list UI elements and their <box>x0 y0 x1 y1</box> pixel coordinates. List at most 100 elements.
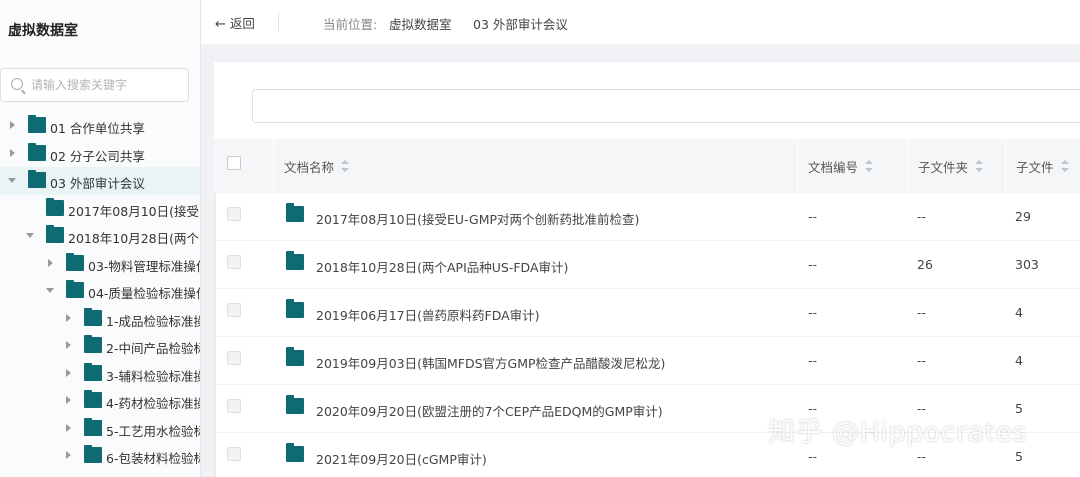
caret-right-icon[interactable] <box>46 258 56 269</box>
caret-right-icon[interactable] <box>64 368 74 379</box>
cell-name[interactable]: 2018年10月28日(两个API品种US-FDA审计) <box>316 257 568 276</box>
folder-icon <box>286 299 304 318</box>
tree-item[interactable]: 3-辅料检验标准操 <box>0 360 201 388</box>
divider <box>278 13 279 31</box>
cell-doc-no: -- <box>808 353 818 368</box>
cell-doc-no: -- <box>808 257 818 272</box>
tree-item-label: 1-成品检验标准操 <box>106 313 201 329</box>
back-button[interactable]: ← 返回 <box>215 13 255 32</box>
breadcrumb-label: 当前位置: <box>323 17 378 32</box>
sort-icon[interactable] <box>1060 160 1069 172</box>
tree-item[interactable]: 03 外部审计会议 <box>0 167 200 195</box>
sort-icon[interactable] <box>865 160 874 172</box>
row-checkbox[interactable] <box>227 207 241 221</box>
tree-item-label: 6-包装材料检验标 <box>106 451 201 466</box>
folder-icon <box>286 347 304 366</box>
tree-item[interactable]: 02 分子公司共享 <box>0 140 200 168</box>
caret-right-icon[interactable] <box>64 341 74 351</box>
caret-right-icon[interactable] <box>8 148 18 159</box>
caret-right-icon[interactable] <box>64 313 74 324</box>
cell-subfiles: 4 <box>1015 305 1023 320</box>
tree-item[interactable]: 01 合作单位共享 <box>0 112 200 140</box>
cell-name[interactable]: 2021年09月20日(cGMP审计) <box>316 449 487 468</box>
arrow-left-icon: ← <box>215 17 226 32</box>
tree-item-label: 2-中间产品检验标 <box>106 341 201 356</box>
tree-item[interactable]: 2-中间产品检验标 <box>0 332 201 360</box>
row-checkbox[interactable] <box>227 303 241 317</box>
cell-subfiles: 303 <box>1015 257 1039 272</box>
cell-subfolders: -- <box>917 353 927 368</box>
tree-item-label: 3-辅料检验标准操 <box>106 368 201 384</box>
row-rule <box>214 433 216 477</box>
cell-subfiles: 4 <box>1015 353 1023 368</box>
row-rule <box>214 337 216 385</box>
caret-right-icon[interactable] <box>64 396 74 406</box>
select-all-checkbox[interactable] <box>227 156 241 170</box>
column-header-name[interactable]: 文档名称 <box>273 139 797 193</box>
folder-icon <box>286 443 304 462</box>
search-box[interactable] <box>0 68 189 102</box>
row-checkbox[interactable] <box>227 399 241 413</box>
caret-down-icon[interactable] <box>8 176 18 186</box>
column-header-name-label: 文档名称 <box>284 159 335 175</box>
cell-doc-no: -- <box>808 449 818 464</box>
folder-icon <box>286 251 304 270</box>
search-input[interactable] <box>31 69 181 101</box>
folder-icon <box>28 142 46 161</box>
back-label: 返回 <box>229 16 255 31</box>
folder-icon <box>66 252 84 271</box>
folder-icon <box>84 417 102 436</box>
cell-name[interactable]: 2019年06月17日(兽药原料药FDA审计) <box>316 305 540 324</box>
cell-name[interactable]: 2017年08月10日(接受EU-GMP对两个创新药批准前检查) <box>316 209 639 228</box>
column-header-subfolders[interactable]: 子文件夹 <box>907 139 1005 193</box>
caret-down-icon[interactable] <box>46 286 56 296</box>
tree-item[interactable]: 4-药材检验标准操 <box>0 387 200 415</box>
sidebar: 虚拟数据室 01 合作单位共享 02 分子公司共享 03 外部审计会议 2017年08… <box>0 0 201 477</box>
sort-icon[interactable] <box>341 160 350 172</box>
tree-item[interactable]: 2017年08月10日(接受 <box>0 195 200 223</box>
table-row[interactable]: 2019年09月03日(韩国MFDS官方GMP检查产品醋酸泼尼松龙) -- -- 4 <box>214 337 1080 385</box>
table-row[interactable]: 2019年06月17日(兽药原料药FDA审计) -- -- 4 <box>214 289 1080 337</box>
filter-input[interactable] <box>252 89 1080 123</box>
table-row[interactable]: 2017年08月10日(接受EU-GMP对两个创新药批准前检查) -- -- 29 <box>214 193 1080 241</box>
tree-item-label: 5-工艺用水检验标 <box>106 423 201 439</box>
tree-item[interactable]: 04-质量检验标准操作 <box>0 277 201 305</box>
row-checkbox[interactable] <box>227 255 241 269</box>
column-header-doc-no-label: 文档编号 <box>808 159 859 175</box>
tree-item-label: 02 分子公司共享 <box>50 148 145 164</box>
caret-right-icon[interactable] <box>8 121 18 131</box>
cell-subfolders: -- <box>917 449 927 464</box>
breadcrumb-item-root[interactable]: 虚拟数据室 <box>389 14 452 33</box>
tree-item[interactable]: 03-物料管理标准操作 <box>0 250 201 278</box>
tree-item[interactable]: 1-成品检验标准操 <box>0 305 201 333</box>
column-header-doc-no[interactable]: 文档编号 <box>797 139 907 193</box>
cell-subfiles: 29 <box>1015 209 1031 224</box>
cell-subfolders: -- <box>917 305 927 320</box>
tree-item[interactable]: 2018年10月28日(两个 <box>0 222 200 250</box>
row-checkbox[interactable] <box>227 351 241 365</box>
caret-right-icon[interactable] <box>64 423 74 434</box>
row-rule <box>214 193 216 241</box>
breadcrumb-item-current: 03 外部审计会议 <box>473 17 568 32</box>
table-row[interactable]: 2018年10月28日(两个API品种US-FDA审计) -- 26 303 <box>214 241 1080 289</box>
row-checkbox[interactable] <box>227 447 241 461</box>
folder-icon <box>84 445 102 463</box>
app-title: 虚拟数据室 <box>8 23 78 39</box>
cell-subfiles: 5 <box>1015 449 1023 464</box>
cell-subfolders: 26 <box>917 257 933 272</box>
tree-item-label: 04-质量检验标准操作 <box>88 286 201 301</box>
cell-doc-no: -- <box>808 209 818 224</box>
cell-name[interactable]: 2019年09月03日(韩国MFDS官方GMP检查产品醋酸泼尼松龙) <box>316 353 665 372</box>
folder-icon <box>84 362 102 381</box>
caret-right-icon[interactable] <box>64 451 74 461</box>
tree-item-label: 01 合作单位共享 <box>50 121 145 136</box>
tree-item-label: 03-物料管理标准操作 <box>88 258 201 274</box>
cell-name[interactable]: 2020年09月20日(欧盟注册的7个CEP产品EDQM的GMP审计) <box>316 401 663 420</box>
sort-icon[interactable] <box>975 160 984 172</box>
caret-down-icon[interactable] <box>26 231 36 241</box>
column-header-subfiles[interactable]: 子文件 <box>1005 139 1080 193</box>
tree-item[interactable]: 5-工艺用水检验标 <box>0 415 201 443</box>
tree-item-label: 2018年10月28日(两个 <box>68 231 199 246</box>
folder-icon <box>286 395 304 414</box>
tree-item[interactable]: 6-包装材料检验标 <box>0 442 201 470</box>
